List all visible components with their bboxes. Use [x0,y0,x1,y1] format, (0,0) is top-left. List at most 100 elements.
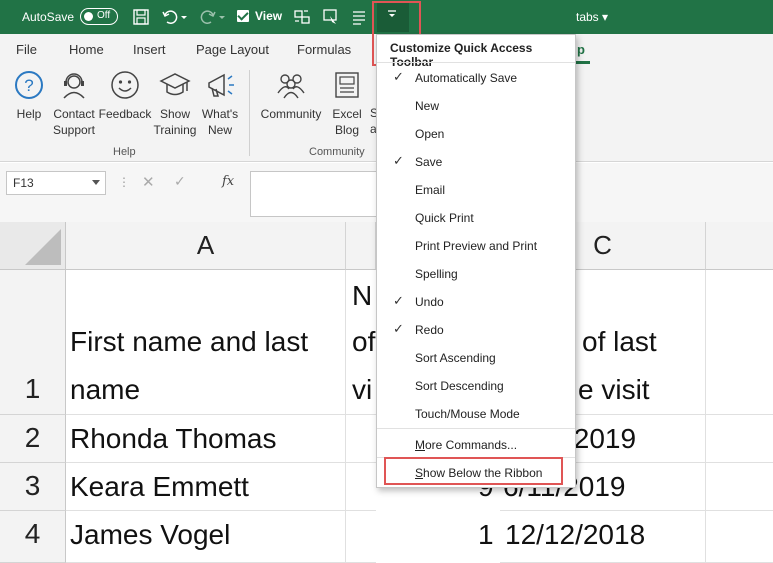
menu-item-more-commands[interactable]: More Commands... [377,431,575,459]
menu-item-open[interactable]: Open [377,120,575,148]
community-group-label: Community [309,146,365,158]
menu-item-label: Print Preview and Print [415,239,538,253]
cell-b2[interactable] [346,415,376,463]
customize-qat-menu: Customize Quick Access Toolbar ✓ Automati… [376,34,576,488]
graduation-cap-icon [152,68,198,102]
paragraph-icon[interactable] [349,7,369,27]
formula-input[interactable] [250,171,380,217]
insert-function-icon[interactable]: fx [222,174,234,189]
excel-blog-label-2: Blog [334,123,360,137]
tab-home[interactable]: Home [69,42,104,57]
menu-item-email[interactable]: Email [377,176,575,204]
enter-icon[interactable]: ✓ [174,173,186,190]
view-label: View [255,9,283,23]
cell-b3[interactable] [346,463,376,511]
help-button-label: Help [16,107,42,121]
menu-item-label: Spelling [415,267,458,281]
tab-insert[interactable]: Insert [133,42,166,57]
menu-item-label: Sort Ascending [415,351,496,365]
help-group-label: Help [113,146,136,158]
checkmark-icon: ✓ [393,153,404,168]
show-training-button[interactable]: Show Training [152,68,198,138]
menu-item-sort-descending[interactable]: Sort Descending [377,372,575,400]
training-label-2: Training [153,123,197,137]
menu-item-sort-ascending[interactable]: Sort Ascending [377,344,575,372]
cell-d2[interactable] [706,415,773,463]
svg-text:?: ? [24,76,33,95]
name-box-dropdown-icon[interactable] [92,180,100,185]
undo-dropdown-icon[interactable] [179,7,189,27]
tab-formulas[interactable]: Formulas [297,42,351,57]
training-label-1: Show [159,107,191,121]
cell-d4[interactable] [706,511,773,563]
name-box[interactable]: F13 [6,171,106,195]
row-header-4[interactable]: 4 [0,511,66,563]
column-header-a[interactable]: A [66,222,346,270]
tab-file[interactable]: File [16,42,37,57]
autosave-toggle[interactable]: Off [80,8,118,25]
checkmark-icon: ✓ [393,293,404,308]
row-header-2[interactable]: 2 [0,415,66,463]
cell-a2[interactable]: Rhonda Thomas [66,415,346,463]
toggle-knob [84,12,93,21]
menu-item-spelling[interactable]: Spelling [377,260,575,288]
cell-a4[interactable]: James Vogel [66,511,346,563]
view-checkbox[interactable] [237,10,249,22]
window-title: tabs ▾ [576,10,609,24]
help-button[interactable]: ? Help [8,68,50,122]
column-header-d[interactable] [706,222,773,270]
group-separator [249,70,250,156]
save-icon[interactable] [131,7,151,27]
menu-item-new[interactable]: New [377,92,575,120]
contact-label-2: Support [52,123,96,137]
cell-a1-line-1: First name and last [70,326,309,357]
column-header-b[interactable] [346,222,376,270]
cell-b1-line-1: N [352,280,373,311]
contact-support-button[interactable]: Contact Support [50,68,98,138]
menu-item-automatically-save[interactable]: ✓ Automatically Save [377,64,575,92]
cell-b1[interactable]: N of vi [346,270,376,415]
menu-item-label: Automatically Save [415,71,518,85]
row-header-3[interactable]: 3 [0,463,66,511]
select-objects-icon[interactable] [292,7,312,27]
undo-icon[interactable] [160,7,180,27]
cancel-icon[interactable]: ✕ [142,173,155,191]
row-header-1[interactable]: 1 [0,270,66,415]
menu-separator [377,62,575,63]
menu-item-label: More Commands... [415,438,518,452]
whats-new-button[interactable]: What's New [198,68,242,138]
menu-item-label: New [415,99,440,113]
menu-item-quick-print[interactable]: Quick Print [377,204,575,232]
community-button[interactable]: Community [256,68,326,122]
tab-help-partial[interactable]: p [577,42,585,57]
name-box-value: F13 [13,176,34,190]
redo-icon[interactable] [198,7,218,27]
autosave-label: AutoSave [22,10,75,24]
menu-item-redo[interactable]: ✓ Redo [377,316,575,344]
menu-item-label: Save [415,155,443,169]
checkmark-icon: ✓ [393,69,404,84]
cell-d3[interactable] [706,463,773,511]
menu-item-undo[interactable]: ✓ Undo [377,288,575,316]
cell-c4[interactable]: 12/12/2018 [500,511,706,563]
cell-b4-text: 1 [478,519,494,550]
cell-d1[interactable] [706,270,773,415]
more-icon: ⋮ [118,175,130,189]
contact-label-1: Contact [53,107,95,121]
tab-page-layout[interactable]: Page Layout [196,42,269,57]
feedback-label: Feedback [98,107,152,121]
redo-dropdown-icon[interactable] [217,7,227,27]
cell-a3[interactable]: Keara Emmett [66,463,346,511]
cell-a1[interactable]: First name and last name [66,270,346,415]
feedback-button[interactable]: Feedback [98,68,152,122]
cell-b1-line-3: vi [352,374,373,405]
excel-blog-button[interactable]: Excel Blog [328,68,366,138]
cell-b4[interactable] [346,511,376,563]
help-icon: ? [8,68,50,102]
checkmark-icon: ✓ [393,321,404,336]
menu-item-save[interactable]: ✓ Save [377,148,575,176]
speak-icon[interactable] [321,7,341,27]
select-all-button[interactable] [0,222,66,270]
menu-item-touch-mouse-mode[interactable]: Touch/Mouse Mode [377,400,575,428]
menu-item-print-preview-and-print[interactable]: Print Preview and Print [377,232,575,260]
